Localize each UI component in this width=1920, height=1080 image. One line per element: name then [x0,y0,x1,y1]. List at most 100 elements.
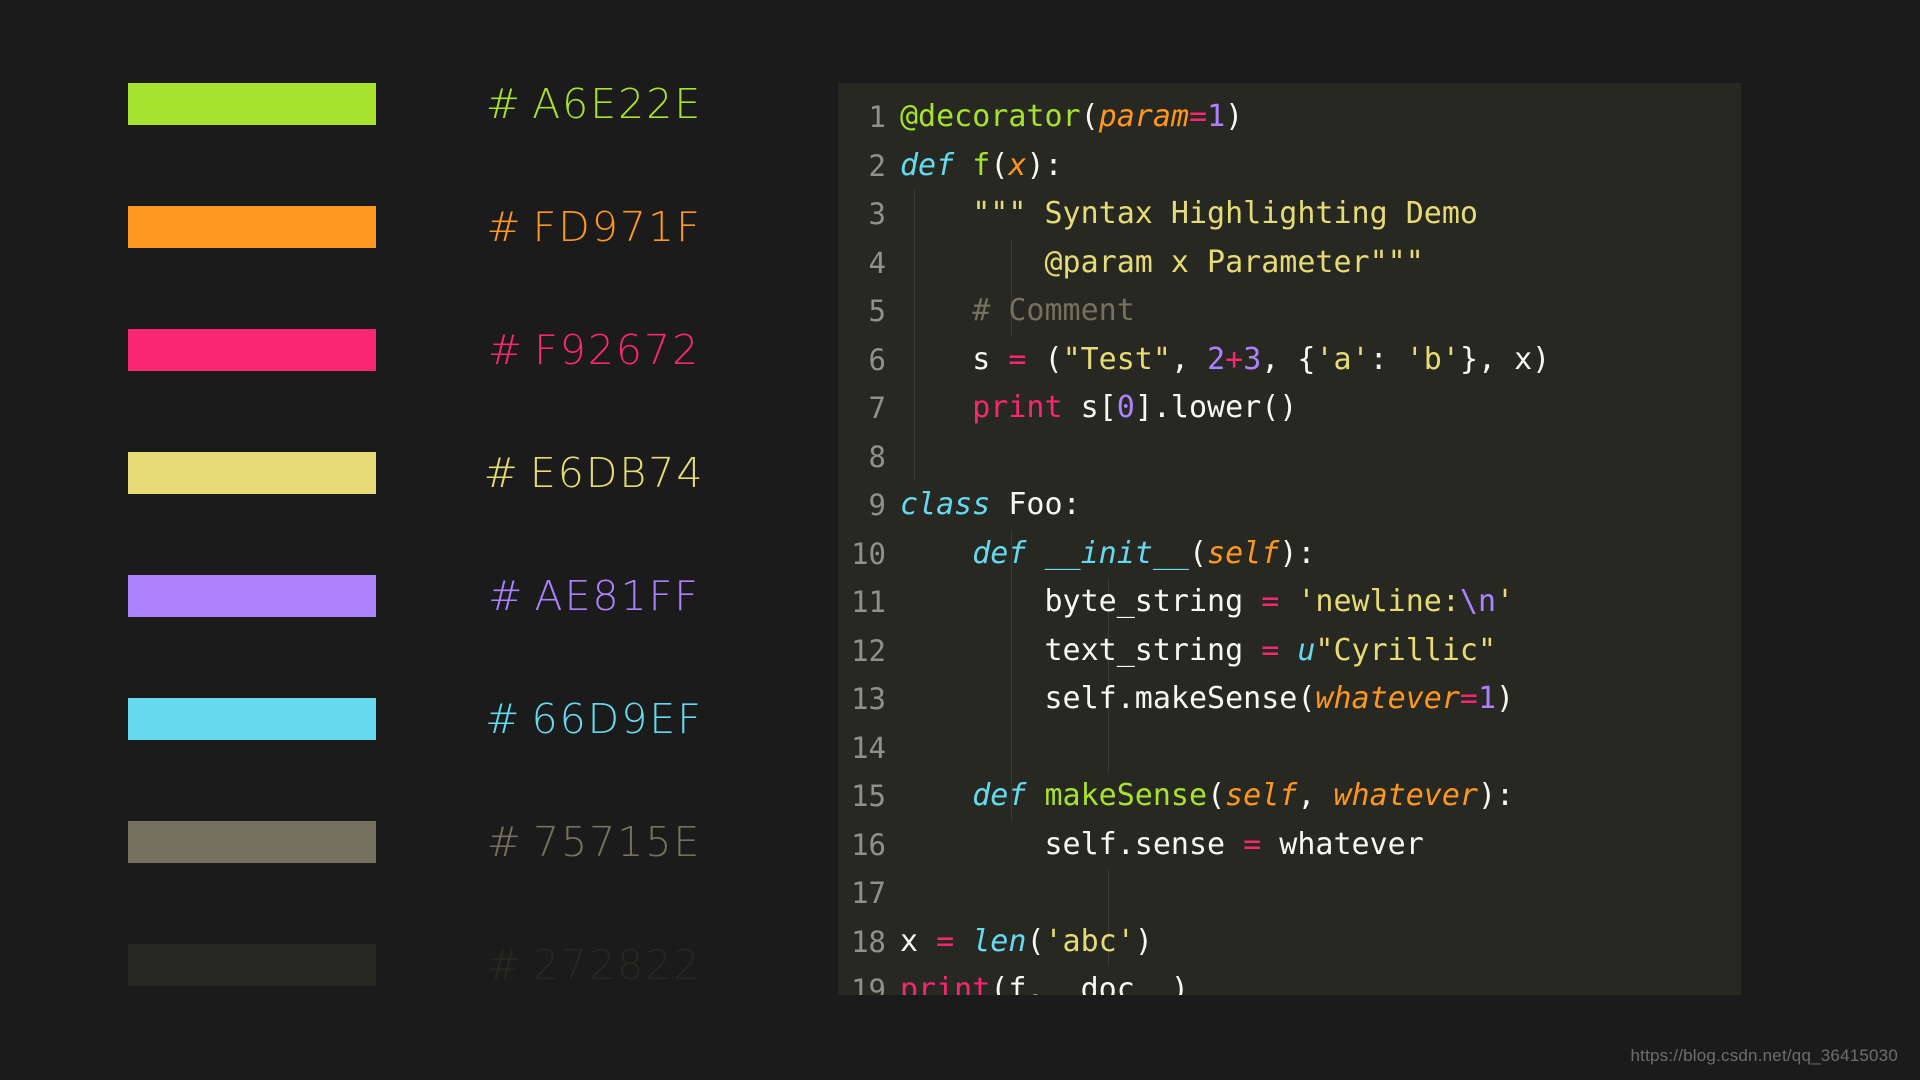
swatch-row: #272822 [128,923,788,1006]
code-token: self [1207,535,1280,571]
code-source: byte_string = 'newline:\n' [900,578,1741,627]
code-token: + [1225,341,1244,377]
code-token: def [900,147,973,183]
code-token: (f.__doc__) [990,972,1189,995]
code-line[interactable]: 12 text_string = u"Cyrillic" [838,627,1741,676]
code-token: 'a' [1315,341,1370,377]
code-token: : [1369,341,1406,377]
code-line[interactable]: 5 # Comment [838,287,1741,336]
hex-value: 66D9EF [531,694,703,743]
code-token: "Test" [1062,341,1171,377]
code-token: 1 [1207,99,1226,134]
code-line[interactable]: 6 s = ("Test", 2+3, {'a': 'b'}, x) [838,336,1741,385]
code-token: def [972,778,1045,813]
hash-symbol: # [487,325,525,374]
code-token: text_string [900,632,1262,668]
swatch-row: # FD971F [128,185,788,268]
code-token: param [1098,99,1189,134]
swatch-hex-label: # E6DB74 [376,449,788,497]
pink-swatch[interactable] [128,328,376,371]
code-line[interactable]: 3 """ Syntax Highlighting Demo [838,190,1741,239]
code-token: , { [1261,341,1316,377]
code-line[interactable]: 16 self.sense = whatever [838,821,1741,870]
swatch-row: # E6DB74 [128,431,788,514]
code-line[interactable]: 9 class Foo: [838,481,1741,530]
hex-value: AE81FF [534,571,700,620]
hash-symbol: # [485,79,523,128]
code-source: @param x Parameter""" [900,239,1741,288]
hash-symbol: # [488,571,525,620]
background-swatch[interactable] [128,943,376,986]
code-token: = [1243,826,1262,862]
swatch-hex-label: #272822 [376,941,788,989]
cyan-swatch[interactable] [128,697,376,740]
code-token: ): [1026,147,1063,183]
code-token: class [900,487,1009,522]
swatch-row: # F92672 [128,308,788,391]
code-token: = [936,923,955,959]
code-line[interactable]: 19 print(f.__doc__) [838,966,1741,995]
code-token: ) [1225,99,1244,134]
code-source: print(f.__doc__) [900,966,1741,995]
swatch-hex-label: # AE81FF [376,572,788,620]
swatch-row: #66D9EF [128,677,788,760]
line-number: 16 [851,827,886,862]
line-number: 6 [868,342,886,377]
line-number: 8 [868,439,886,474]
code-token: __init__ [1044,535,1190,571]
code-token: Foo [1008,487,1063,522]
line-number: 17 [851,876,886,910]
line-number: 12 [851,633,886,668]
code-token: ].lower() [1134,390,1298,425]
swatch-hex-label: #66D9EF [376,695,788,743]
code-line[interactable]: 17 [838,869,1741,918]
code-token: , [1297,778,1334,813]
code-token: = [1261,584,1280,619]
line-number: 19 [851,973,886,995]
green-swatch[interactable] [128,82,376,125]
line-number: 10 [851,536,886,571]
swatch-hex-label: #75715E [376,818,788,866]
yellow-swatch[interactable] [128,451,376,494]
code-line[interactable]: 18 x = len('abc') [838,918,1741,967]
gray-swatch[interactable] [128,820,376,863]
code-token: ): [1478,778,1515,813]
code-token: whatever [1315,681,1460,716]
code-line[interactable]: 1 @decorator(param=1) [838,93,1741,142]
code-line[interactable]: 7 print s[0].lower() [838,384,1741,433]
code-token: print [900,972,991,995]
code-token: : [1062,487,1081,522]
code-line[interactable]: 4 @param x Parameter""" [838,239,1741,288]
code-token: print [900,390,1063,425]
code-token: makeSense [1044,778,1208,813]
code-source: x = len('abc') [900,918,1741,967]
code-line[interactable]: 10 def __init__(self): [838,530,1741,579]
orange-swatch[interactable] [128,205,376,248]
code-line[interactable]: 2 def f(x): [838,142,1741,191]
line-number: 14 [851,730,886,765]
code-token: ' [1496,584,1515,619]
code-token: s [900,341,1009,377]
code-token: self.sense [900,826,1244,862]
code-source: def f(x): [900,142,1741,191]
purple-swatch[interactable] [128,574,376,617]
code-line[interactable]: 14 [838,724,1741,773]
code-token: = [1189,99,1208,134]
code-line[interactable]: 8 [838,433,1741,482]
code-token: \n [1459,584,1497,619]
hex-value: E6DB74 [529,448,705,497]
code-line[interactable]: 15 def makeSense(self, whatever): [838,772,1741,821]
hex-value: 75715E [533,817,702,866]
hash-symbol: # [486,940,523,989]
hex-value: A6E22E [532,79,703,128]
swatch-row: #75715E [128,800,788,883]
code-token: , [1170,341,1208,377]
code-line[interactable]: 11 byte_string = 'newline:\n' [838,578,1741,627]
line-number: 1 [868,100,886,134]
code-token: s[ [1062,390,1117,425]
code-line[interactable]: 13 self.makeSense(whatever=1) [838,675,1741,724]
code-listing[interactable]: 1 @decorator(param=1) 2 def f(x): 3 """ Synt… [838,83,1741,995]
hex-value: F92672 [534,325,701,374]
